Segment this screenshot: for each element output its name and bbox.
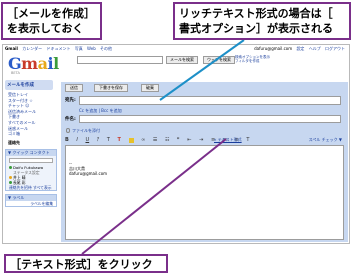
online-status-icon (9, 166, 12, 170)
online-status-icon (9, 181, 12, 185)
nav-more[interactable]: その他 (100, 46, 112, 51)
help-link[interactable]: ヘルプ (309, 46, 321, 51)
create-filter-link[interactable]: フィルタを作成 (235, 59, 275, 63)
invite-contacts-link: 連絡先を招待 すべて表示 (6, 185, 56, 190)
highlight-icon[interactable] (128, 137, 134, 143)
nav-docs[interactable]: ドキュメント (46, 46, 70, 51)
callout-line: ［メールを作成］ (7, 7, 95, 20)
cc-bcc-links[interactable]: Cc を追加 | Bcc を追加 (79, 108, 122, 114)
subject-input[interactable] (79, 115, 341, 123)
bullet-list-icon[interactable]: ☷ (165, 136, 169, 144)
text-color-icon[interactable]: T (118, 136, 121, 144)
logo-letter: m (21, 54, 38, 73)
idle-status-icon (9, 176, 12, 180)
callout-line: を表示しておく (7, 22, 84, 35)
callout-line: 書式オプション］が表示される (179, 22, 333, 35)
search-links: 検索オプションを表示 フィルタを作成 (235, 55, 275, 63)
left-sidebar: メールを作成 受信トレイ スター付き ☆ チャット ☺ 送信済みメール 下書き … (5, 80, 59, 208)
quote-icon[interactable]: ❞ (177, 136, 180, 144)
account-links: dafuru@gmail.com 設定 ヘルプ ログアウト (251, 46, 345, 52)
logo-letter: l (53, 54, 59, 73)
folder-list: 受信トレイ スター付き ☆ チャット ☺ 送信済みメール 下書き すべてのメール… (5, 92, 59, 145)
link-icon[interactable]: ∞ (141, 136, 145, 144)
logout-link[interactable]: ログアウト (325, 46, 345, 51)
save-draft-button[interactable]: 下書きを保存 (94, 84, 128, 92)
search-mail-button[interactable]: メールを検索 (166, 56, 198, 64)
to-input[interactable] (79, 96, 341, 105)
discard-button[interactable]: 破棄 (141, 84, 159, 92)
account-email: dafuru@gmail.com (254, 46, 293, 51)
quick-contacts-header[interactable]: ▼ クイック コンタクト (6, 150, 56, 157)
logo-beta: BETA (11, 71, 20, 75)
message-body-editor[interactable]: -- 吉川大貴 dafuru@gmail.com (65, 145, 344, 240)
subject-label: 件名: (65, 117, 76, 122)
indent-less-icon[interactable]: ⇤ (187, 136, 191, 144)
callout-click-plain-text: ［テキスト形式］をクリック (4, 254, 168, 273)
callout-line: ［テキスト形式］をクリック (10, 258, 153, 271)
search-web-button[interactable]: ウェブを検索 (203, 56, 235, 64)
callout-compose-instruction: ［メールを作成］ を表示しておく (1, 2, 102, 40)
invite-link[interactable]: 連絡先を招待 (9, 185, 32, 190)
indent-more-icon[interactable]: ⇥ (199, 136, 203, 144)
quick-contacts-search-input[interactable] (9, 158, 53, 164)
nav-gmail[interactable]: Gmail (5, 46, 18, 51)
to-label: 宛先: (65, 98, 76, 103)
sidebar-item-trash[interactable]: ゴミ箱 (5, 131, 59, 137)
signature: -- 吉川大貴 dafuru@gmail.com (69, 161, 107, 176)
callout-rich-text-note: リッチテキスト形式の場合は［ 書式オプション］が表示される (173, 2, 351, 40)
nav-calendar[interactable]: カレンダー (22, 46, 42, 51)
plain-text-link[interactable]: « テキスト形式 (214, 137, 242, 143)
attach-file-link[interactable]: ファイルを添付 (72, 128, 100, 134)
font-size-icon[interactable]: T (107, 136, 110, 144)
top-navigation: Gmail カレンダー ドキュメント 写真 Web その他 (5, 46, 115, 52)
sidebar-item-contacts[interactable]: 連絡先 (5, 140, 59, 146)
numbered-list-icon[interactable]: ☰ (153, 136, 157, 144)
show-all-link[interactable]: すべて表示 (33, 185, 52, 190)
italic-icon[interactable]: I (76, 136, 77, 144)
edit-labels-link[interactable]: ラベルを編集 (6, 201, 56, 206)
nav-web[interactable]: Web (87, 46, 96, 51)
callout-line: リッチテキスト形式の場合は［ (179, 7, 333, 20)
font-icon[interactable]: ｱ (97, 136, 100, 144)
spell-check-dropdown[interactable]: スペル チェック ▼ (309, 137, 342, 143)
formatting-toolbar: B I U ｱ T T ∞ ☰ ☷ ❞ ⇤ ⇥ ≡ ≡ ≡ T (65, 136, 344, 144)
search-input[interactable] (77, 56, 163, 64)
send-button[interactable]: 送信 (65, 84, 83, 92)
gmail-window: Gmail カレンダー ドキュメント 写真 Web その他 dafuru@gma… (2, 44, 350, 244)
underline-icon[interactable]: U (85, 136, 89, 144)
settings-link[interactable]: 設定 (296, 46, 304, 51)
compose-mail-link[interactable]: メールを作成 (5, 80, 53, 90)
bold-icon[interactable]: B (65, 136, 69, 144)
logo-letter: a (37, 54, 48, 73)
nav-photos[interactable]: 写真 (75, 46, 83, 51)
paperclip-icon (66, 128, 70, 133)
quick-contacts-panel: ▼ クイック コンタクト Daifu Fukukawa ステータス設定 井上 晴… (5, 149, 57, 192)
signature-email: dafuru@gmail.com (69, 171, 108, 176)
compose-pane: 送信 下書きを保存 破棄 宛先: Cc を追加 | Bcc を追加 件名: ファ… (61, 82, 348, 242)
labels-panel: ▼ ラベル ラベルを編集 (5, 194, 57, 208)
remove-format-icon[interactable]: T (246, 136, 249, 144)
